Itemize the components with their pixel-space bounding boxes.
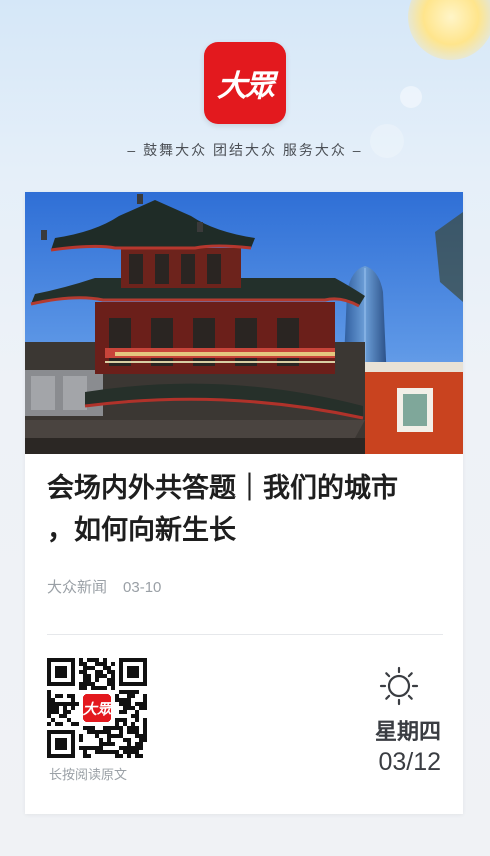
slogan: – 鼓舞大众 团结大众 服务大众 – — [127, 142, 363, 158]
article-card[interactable]: 会场内外共答题｜我们的城市 ，如何向新生长 大众新闻 03-10 大眾 长按阅读原… — [25, 192, 463, 814]
sun-icon — [379, 666, 419, 706]
today-date: 03/12 — [378, 748, 441, 776]
article-source: 大众新闻 — [47, 579, 108, 596]
article-cover-image — [25, 192, 463, 454]
article-headline[interactable]: 会场内外共答题｜我们的城市 ，如何向新生长 — [47, 468, 447, 552]
weekday-label: 星期四 — [374, 720, 441, 745]
qr-logo-text: 大眾 — [83, 701, 114, 718]
headline-line-2: ，如何向新生长 — [47, 515, 236, 546]
sun-glow-decoration — [408, 0, 490, 60]
brand-logo-text: 大眾 — [217, 69, 275, 104]
divider — [47, 634, 443, 635]
qr-caption: 长按阅读原文 — [49, 767, 128, 782]
headline-line-1: 会场内外共答题｜我们的城市 — [47, 473, 398, 504]
article-date: 03-10 — [123, 579, 162, 596]
article-meta: 大众新闻 03-10 — [47, 576, 161, 597]
lens-flare-decoration — [400, 86, 422, 108]
brand-logo: 大眾 — [204, 42, 286, 124]
qr-code[interactable]: 大眾 — [47, 658, 147, 758]
